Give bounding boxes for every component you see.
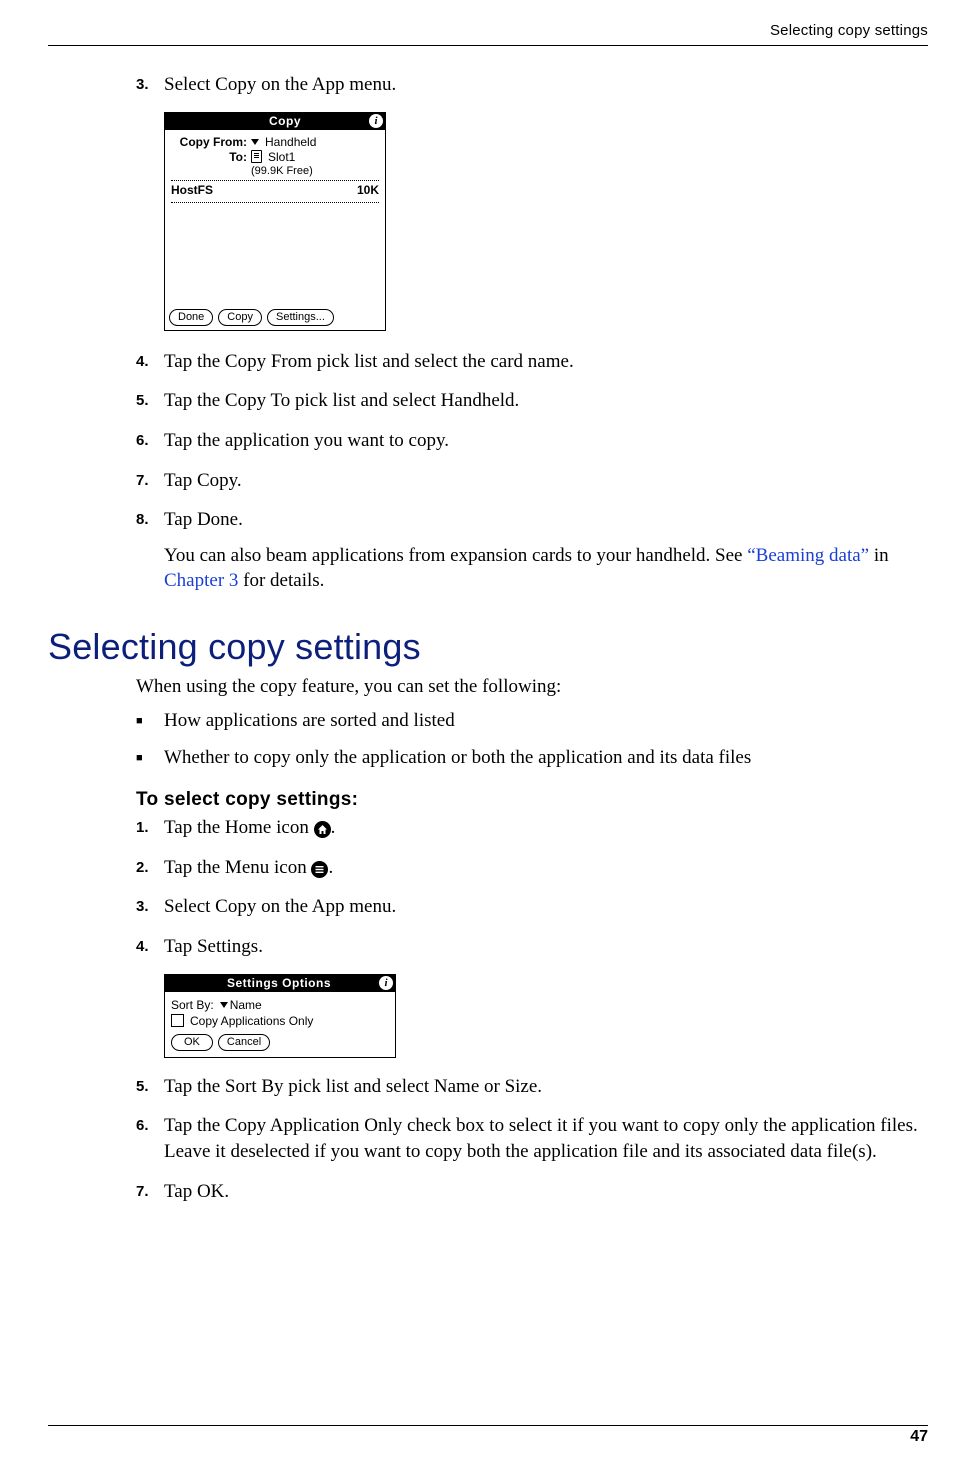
step-text: Tap the Copy From pick list and select t… [164, 349, 928, 375]
step-num: 3. [136, 894, 164, 920]
info-icon: i [369, 114, 383, 128]
step-text: Select Copy on the App menu. [164, 894, 928, 920]
step-num: 6. [136, 428, 164, 454]
settings-button: Settings... [267, 309, 334, 326]
copy-to-picklist: Slot1 [251, 150, 295, 164]
step-num: 3. [136, 72, 164, 98]
ok-button: OK [171, 1034, 213, 1051]
info-icon: i [379, 976, 393, 990]
step-text: Tap the Sort By pick list and select Nam… [164, 1074, 928, 1100]
link-beaming-data[interactable]: “Beaming data” [747, 545, 869, 566]
step-5: 5. Tap the Copy To pick list and select … [136, 388, 928, 414]
copy-from-value: Handheld [265, 135, 316, 149]
card-icon [251, 150, 262, 163]
settings-title: Settings Options [179, 976, 379, 990]
step-num: 4. [136, 934, 164, 960]
bullet-text: How applications are sorted and listed [164, 708, 455, 734]
app-size: 10K [357, 183, 379, 197]
step2-7: 7. Tap OK. [136, 1179, 928, 1205]
app-list-row: HostFS 10K [171, 183, 379, 199]
step-text: Tap the application you want to copy. [164, 428, 928, 454]
menu-icon [311, 861, 328, 878]
copy-from-picklist: Handheld [251, 135, 316, 149]
copy-button: Copy [218, 309, 262, 326]
sortby-value: Name [230, 998, 262, 1012]
subheading: To select copy settings: [136, 789, 928, 811]
step-text: Tap the Menu icon . [164, 855, 928, 881]
step-text: Tap Settings. [164, 934, 928, 960]
step-num: 7. [136, 1179, 164, 1205]
footer-rule [48, 1425, 928, 1426]
running-header: Selecting copy settings [48, 22, 928, 39]
sortby-label: Sort By: [171, 998, 214, 1012]
step-text: Tap OK. [164, 1179, 928, 1205]
dropdown-icon [251, 139, 259, 145]
copy-apps-only-checkbox [171, 1014, 184, 1027]
copy-title: Copy [201, 114, 369, 128]
header-rule [48, 45, 928, 46]
bullet-2: ■ Whether to copy only the application o… [136, 745, 928, 771]
step-3: 3. Select Copy on the App menu. [136, 72, 928, 98]
step-num: 8. [136, 507, 164, 594]
bullet-marker: ■ [136, 745, 164, 771]
step-num: 7. [136, 468, 164, 494]
step-text: Tap the Home icon . [164, 815, 928, 841]
step-text: Tap Done. You can also beam applications… [164, 507, 928, 594]
step-num: 5. [136, 1074, 164, 1100]
step-text: Tap Copy. [164, 468, 928, 494]
step-7: 7. Tap Copy. [136, 468, 928, 494]
bullet-list: ■ How applications are sorted and listed… [136, 708, 928, 771]
section-heading: Selecting copy settings [48, 626, 928, 668]
bullet-marker: ■ [136, 708, 164, 734]
settings-titlebar: Settings Options i [165, 975, 395, 992]
steps-list-1b: 4. Tap the Copy From pick list and selec… [136, 349, 928, 594]
settings-dialog-screenshot: Settings Options i Sort By: Name Copy Ap… [164, 974, 396, 1058]
step-num: 5. [136, 388, 164, 414]
step2-1: 1. Tap the Home icon . [136, 815, 928, 841]
app-name: HostFS [171, 183, 213, 197]
step-num: 4. [136, 349, 164, 375]
step-8: 8. Tap Done. You can also beam applicati… [136, 507, 928, 594]
step-4: 4. Tap the Copy From pick list and selec… [136, 349, 928, 375]
beam-note: You can also beam applications from expa… [164, 543, 928, 594]
section-intro: When using the copy feature, you can set… [136, 674, 928, 700]
step-text: Select Copy on the App menu. [164, 72, 928, 98]
copy-titlebar: Copy i [165, 113, 385, 130]
free-space: (99.9K Free) [251, 165, 379, 177]
bullet-1: ■ How applications are sorted and listed [136, 708, 928, 734]
step-text: Tap the Copy To pick list and select Han… [164, 388, 928, 414]
step-num: 1. [136, 815, 164, 841]
copy-from-label: Copy From: [171, 135, 251, 149]
dropdown-icon [220, 1002, 228, 1008]
step-text: Tap the Copy Application Only check box … [164, 1113, 928, 1164]
bullet-text: Whether to copy only the application or … [164, 745, 751, 771]
step2-6: 6. Tap the Copy Application Only check b… [136, 1113, 928, 1164]
step-6: 6. Tap the application you want to copy. [136, 428, 928, 454]
cancel-button: Cancel [218, 1034, 270, 1051]
steps-list-2b: 5. Tap the Sort By pick list and select … [136, 1074, 928, 1205]
copy-dialog-screenshot: Copy i Copy From: Handheld To: Slot1 [164, 112, 386, 331]
steps-list-2: 1. Tap the Home icon . 2. Tap the Menu i… [136, 815, 928, 960]
done-button: Done [169, 309, 213, 326]
step2-4: 4. Tap Settings. [136, 934, 928, 960]
step-num: 6. [136, 1113, 164, 1164]
page-number: 47 [48, 1428, 928, 1446]
home-icon [314, 821, 331, 838]
link-chapter-3[interactable]: Chapter 3 [164, 570, 238, 591]
step2-5: 5. Tap the Sort By pick list and select … [136, 1074, 928, 1100]
step2-2: 2. Tap the Menu icon . [136, 855, 928, 881]
step-num: 2. [136, 855, 164, 881]
step2-3: 3. Select Copy on the App menu. [136, 894, 928, 920]
copy-to-label: To: [171, 150, 251, 164]
copy-to-value: Slot1 [268, 150, 295, 164]
steps-list-1: 3. Select Copy on the App menu. [136, 72, 928, 98]
copy-apps-only-label: Copy Applications Only [190, 1014, 313, 1028]
